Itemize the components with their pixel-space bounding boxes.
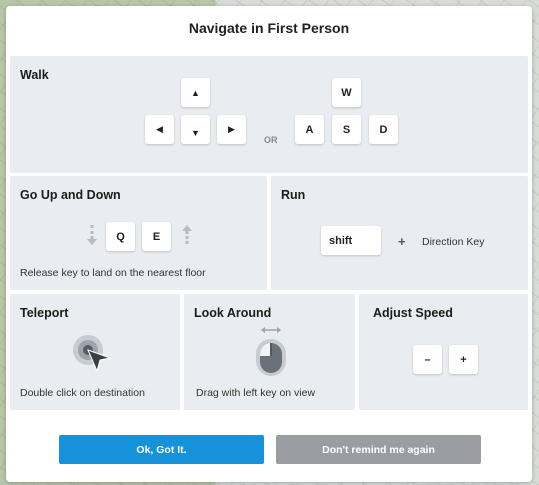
arrow-up-icon <box>182 225 192 244</box>
up-down-description: Release key to land on the nearest floor <box>20 267 206 279</box>
s-key: S <box>332 115 361 144</box>
adjust-speed-panel: Adjust Speed – + <box>359 294 528 410</box>
first-person-help-dialog: Navigate in First Person Walk ▲ ◀ ▼ ▶ OR… <box>6 6 532 482</box>
mouse-drag-icon <box>256 327 286 376</box>
d-key: D <box>369 115 398 144</box>
run-title: Run <box>281 188 306 202</box>
or-label: OR <box>264 135 278 145</box>
arrow-right-key: ▶ <box>217 115 246 144</box>
dont-remind-button[interactable]: Don't remind me again <box>276 435 481 464</box>
increase-speed-key: + <box>449 345 478 374</box>
decrease-speed-key: – <box>413 345 442 374</box>
teleport-cursor-icon <box>73 335 112 373</box>
ok-got-it-button[interactable]: Ok, Got It. <box>59 435 264 464</box>
direction-key-label: Direction Key <box>422 236 485 248</box>
run-panel: Run shift + Direction Key <box>271 176 528 290</box>
e-key: E <box>142 222 171 251</box>
walk-panel: Walk ▲ ◀ ▼ ▶ OR W A S D <box>10 56 528 173</box>
look-around-panel: Look Around Drag with left key on view <box>184 294 355 410</box>
shift-key: shift <box>321 226 381 255</box>
arrow-up-key: ▲ <box>181 78 210 107</box>
teleport-panel: Teleport Double click on destination <box>10 294 180 410</box>
dialog-title: Navigate in First Person <box>188 20 350 36</box>
up-down-panel: Go Up and Down Q E Release key to land o… <box>10 176 267 290</box>
arrow-down-key: ▼ <box>181 115 210 144</box>
up-down-title: Go Up and Down <box>20 188 121 202</box>
teleport-title: Teleport <box>20 306 69 320</box>
a-key: A <box>295 115 324 144</box>
plus-label: + <box>398 234 406 249</box>
look-around-description: Drag with left key on view <box>196 387 316 399</box>
walk-title: Walk <box>20 68 49 82</box>
look-around-title: Look Around <box>194 306 272 320</box>
arrow-left-key: ◀ <box>145 115 174 144</box>
teleport-description: Double click on destination <box>20 387 145 399</box>
arrow-down-icon <box>87 225 97 245</box>
w-key: W <box>332 78 361 107</box>
q-key: Q <box>106 222 135 251</box>
adjust-speed-title: Adjust Speed <box>373 306 453 320</box>
